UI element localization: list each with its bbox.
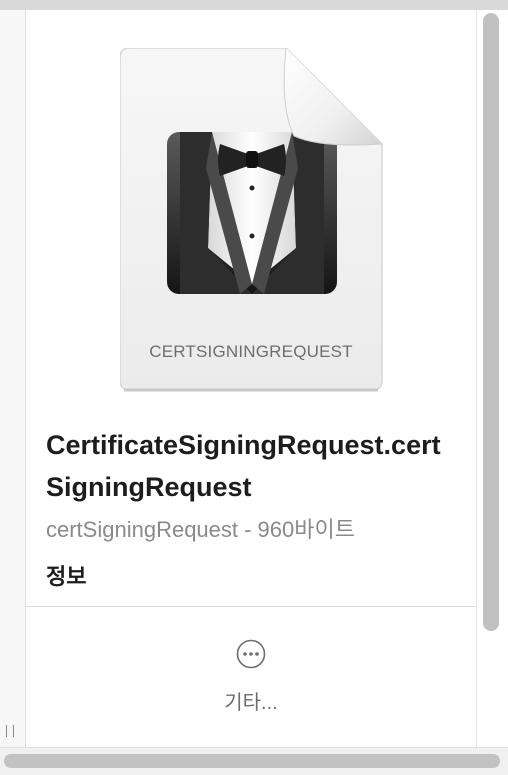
horizontal-scrollbar-thumb[interactable]: [4, 754, 500, 768]
ellipsis-circle-icon: [236, 639, 266, 669]
document-type-label: CERTSIGNINGREQUEST: [149, 342, 353, 361]
file-type-and-size: certSigningRequest - 960바이트: [46, 517, 355, 542]
vertical-scrollbar-thumb[interactable]: [483, 13, 499, 631]
info-section-heading[interactable]: 정보: [46, 559, 86, 591]
file-name: CertificateSigningRequest.certSigningReq…: [46, 430, 441, 502]
left-sidebar-edge: [0, 10, 26, 747]
more-button[interactable]: 기타...: [196, 632, 306, 724]
top-window-edge: [0, 0, 508, 10]
more-button-label: 기타...: [224, 692, 278, 714]
horizontal-scrollbar[interactable]: [0, 747, 508, 775]
section-divider: [26, 606, 476, 607]
butler-icon: [167, 132, 337, 294]
column-resize-handle[interactable]: [6, 725, 14, 737]
